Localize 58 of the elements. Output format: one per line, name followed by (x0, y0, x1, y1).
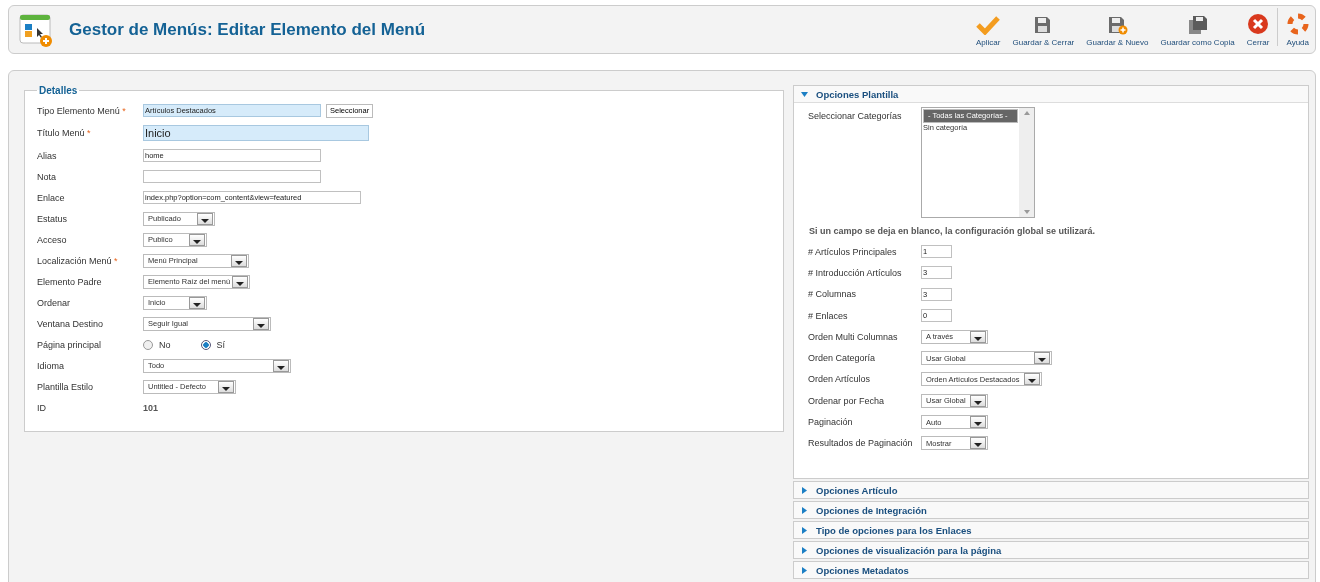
field-label: Paginación (808, 417, 854, 427)
field-label: # Introducción Artículos (808, 267, 903, 278)
toolbar-button[interactable]: Guardar & Nuevo (1080, 15, 1155, 47)
caret-icon (801, 546, 808, 554)
id-value: 101 (143, 402, 159, 413)
caret-icon (801, 566, 808, 574)
close-icon (1247, 13, 1270, 35)
toolbar-button[interactable]: Aplicar (970, 15, 1007, 47)
check-icon (976, 15, 1001, 35)
field-label: ID (37, 402, 47, 413)
field-label: # Columnas (808, 289, 858, 300)
input-field[interactable]: Inicio (143, 125, 369, 141)
field-label: Ordenar por Fecha (808, 395, 886, 406)
caret-icon (801, 90, 808, 98)
accordion-header[interactable]: Opciones de visualización para la página (794, 542, 1308, 558)
field-label: Estatus (37, 213, 68, 224)
section-legend: Detalles (37, 85, 80, 96)
menu-manager-icon (19, 12, 53, 47)
toolbar-button[interactable]: Cerrar (1240, 13, 1276, 47)
radio-option[interactable]: Sí (200, 339, 226, 350)
field-label: Tipo Elemento Menú * (37, 105, 127, 116)
caret-icon (801, 486, 808, 494)
field-label: Ordenar (37, 297, 72, 308)
radio-option[interactable]: No (143, 339, 171, 350)
field-label: Orden Categoría (808, 353, 877, 364)
field-label: Orden Artículos (808, 374, 872, 385)
info-note: Si un campo se deja en blanco, la configuración global se utilizará. (809, 226, 1097, 236)
caret-icon (801, 526, 808, 534)
page-title: Gestor de Menús: Editar Elemento del Menú (69, 19, 427, 40)
caret-icon (801, 506, 808, 514)
field-label: # Artículos Principales (808, 246, 898, 257)
field-label: Nota (37, 171, 57, 182)
field-label: Página principal (37, 339, 103, 350)
field-label: Ventana Destino (37, 318, 105, 329)
accordion-header[interactable]: Opciones Artículo (794, 482, 1308, 498)
field-label: Alias (37, 150, 58, 161)
field-label: # Enlaces (808, 310, 849, 321)
field-label: Orden Multi Columnas (808, 331, 899, 342)
field-label: Plantilla Estilo (37, 381, 95, 392)
input-field[interactable] (143, 170, 321, 183)
toolbar-button[interactable]: Ayuda (1280, 13, 1315, 47)
accordion-header[interactable]: Opciones de Integración (794, 502, 1308, 518)
accordion-header[interactable]: Opciones Metadatos (794, 562, 1308, 578)
accordion-header[interactable]: Tipo de opciones para los Enlaces (794, 522, 1308, 538)
toolbar-button[interactable]: Guardar & Cerrar (1006, 15, 1081, 47)
field-label: Enlace (37, 192, 66, 203)
lifebuoy-icon (1286, 13, 1309, 35)
field-label: Resultados de Paginación (808, 438, 914, 449)
scrollbar[interactable] (1019, 108, 1034, 217)
field-label: Elemento Padre (37, 276, 103, 287)
field-label: Localización Menú * (37, 255, 119, 266)
field-label: Título Menú * (37, 128, 92, 138)
field-label: Seleccionar Categorías (808, 110, 903, 123)
floppy-disk-plus-icon (1106, 15, 1129, 35)
field-label: Acceso (37, 234, 68, 245)
field-label: Idioma (37, 360, 65, 371)
floppy-disks-icon (1186, 15, 1209, 35)
toolbar-button[interactable]: Guardar como Copia (1154, 15, 1241, 47)
